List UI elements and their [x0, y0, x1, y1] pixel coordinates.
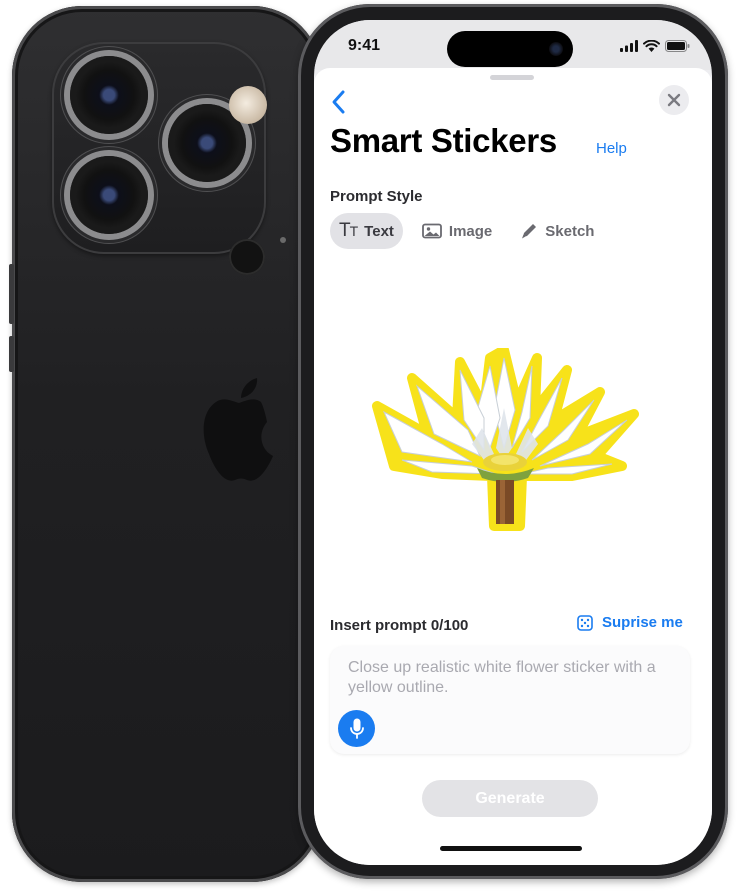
phone-front-device: 9:41 Smart Stickers Help Prompt Style TT… [298, 4, 728, 879]
sheet-grabber[interactable] [490, 75, 534, 80]
prompt-input[interactable] [346, 656, 680, 710]
prompt-style-tabs: TT Text Image Sketch [330, 213, 603, 249]
tab-text[interactable]: TT Text [330, 213, 403, 249]
back-side-button-lower [9, 336, 14, 372]
page-title: Smart Stickers [330, 122, 557, 159]
prompt-card [330, 646, 690, 754]
camera-lens-bottom-left [70, 156, 148, 234]
tab-image-label: Image [448, 222, 493, 240]
prompt-style-label: Prompt Style [330, 188, 423, 205]
close-icon [667, 93, 681, 107]
camera-lens-top-left [70, 56, 148, 134]
dice-icon [577, 614, 593, 631]
dynamic-island [447, 31, 573, 67]
front-camera-icon [549, 42, 563, 56]
tab-text-label: Text [364, 222, 394, 240]
back-side-button [9, 264, 14, 324]
phone-back-device [9, 6, 322, 882]
close-button[interactable] [659, 85, 689, 115]
wifi-icon [643, 40, 660, 52]
apple-logo-icon [203, 378, 273, 481]
photo-icon [422, 223, 442, 239]
dictation-button[interactable] [338, 710, 375, 747]
surprise-me-button[interactable]: Suprise me [577, 614, 683, 631]
microphone-icon [349, 718, 364, 739]
tab-sketch[interactable]: Sketch [511, 213, 603, 249]
lidar-sensor [229, 239, 265, 275]
status-icons [620, 40, 690, 52]
status-time: 9:41 [348, 37, 381, 54]
battery-icon [665, 40, 690, 52]
status-bar: 9:41 [314, 20, 712, 70]
smart-stickers-sheet: Smart Stickers Help Prompt Style TT Text… [314, 68, 712, 865]
camera-module [52, 42, 286, 275]
chevron-left-icon [332, 90, 345, 114]
home-indicator[interactable] [440, 846, 582, 851]
generate-button[interactable]: Generate [422, 780, 598, 817]
back-button[interactable] [328, 88, 350, 116]
cellular-signal-icon [620, 40, 638, 52]
surprise-me-label: Suprise me [602, 614, 683, 631]
text-format-icon: TT [339, 220, 358, 241]
back-microphone [280, 237, 286, 243]
camera-flash [229, 86, 267, 124]
white-flower-sticker [372, 348, 639, 531]
tab-sketch-label: Sketch [545, 222, 595, 240]
tab-image[interactable]: Image [413, 213, 501, 249]
phone-screen: 9:41 Smart Stickers Help Prompt Style TT… [314, 20, 712, 865]
help-link[interactable]: Help [596, 140, 627, 157]
pencil-icon [522, 224, 537, 239]
prompt-label: Insert prompt 0/100 [330, 617, 469, 634]
